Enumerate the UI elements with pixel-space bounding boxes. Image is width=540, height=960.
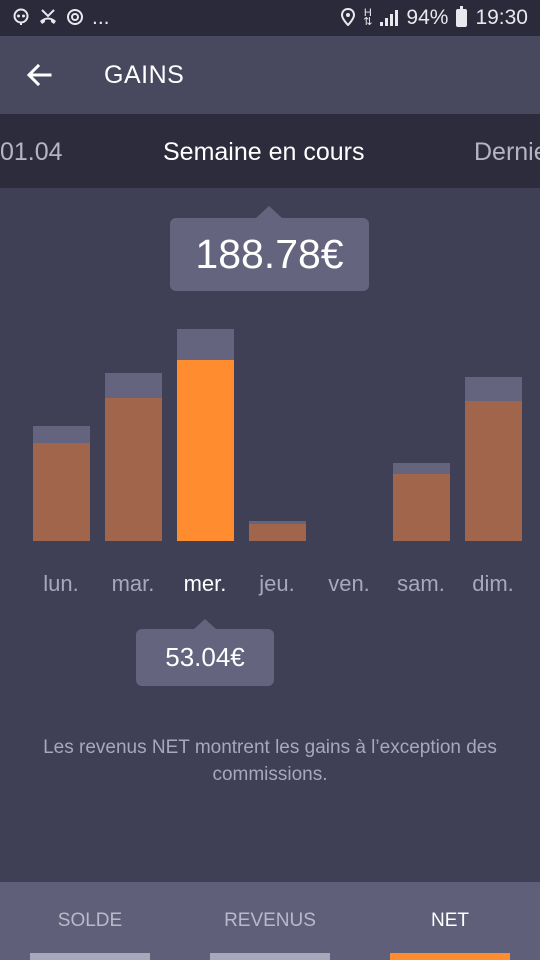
tab-revenus[interactable]: REVENUS	[180, 882, 360, 960]
selected-day-tooltip: 53.04€	[136, 619, 274, 686]
notification-icon	[12, 8, 30, 29]
app-bar: GAINS	[0, 36, 540, 114]
bar-jeu[interactable]	[249, 521, 306, 541]
missed-call-icon	[38, 8, 58, 29]
bar-net-segment	[105, 398, 162, 541]
tab-net[interactable]: NET	[360, 882, 540, 960]
status-bar: ... H ⇅ 94% 19:30	[0, 0, 540, 36]
sync-icon	[66, 8, 84, 29]
bar-net-segment	[249, 524, 306, 541]
day-label-jeu[interactable]: jeu.	[241, 571, 313, 597]
earnings-bar-chart	[0, 300, 540, 545]
day-label-dim[interactable]: dim.	[457, 571, 529, 597]
period-previous[interactable]: 01.04	[0, 138, 63, 167]
tab-revenus-indicator	[210, 953, 330, 960]
bottom-tabs: SOLDE REVENUS NET	[0, 882, 540, 960]
hplus-data-icon: H ⇅	[363, 7, 373, 28]
bar-net-segment	[33, 443, 90, 541]
signal-icon	[380, 10, 399, 26]
bar-commission-segment	[393, 463, 450, 474]
bar-commission-segment	[465, 377, 522, 401]
bar-commission-segment	[177, 329, 234, 360]
weekly-total-tooltip: 188.78€	[170, 206, 369, 291]
bar-dim[interactable]	[465, 377, 522, 541]
battery-icon	[456, 6, 468, 27]
day-label-mar[interactable]: mar.	[97, 571, 169, 597]
bar-lun[interactable]	[33, 426, 90, 541]
day-label-mer[interactable]: mer.	[169, 571, 241, 597]
bar-net-segment	[465, 401, 522, 541]
bar-net-segment	[393, 474, 450, 541]
bar-commission-segment	[105, 373, 162, 398]
bar-commission-segment	[33, 426, 90, 443]
clock: 19:30	[475, 6, 528, 29]
battery-percent: 94%	[406, 6, 449, 29]
weekly-total-value: 188.78€	[195, 231, 344, 277]
more-notifications: ...	[92, 6, 110, 29]
bar-sam[interactable]	[393, 463, 450, 541]
day-label-lun[interactable]: lun.	[25, 571, 97, 597]
tab-solde[interactable]: SOLDE	[0, 882, 180, 960]
bar-net-segment	[177, 360, 234, 541]
arrow-left-icon	[26, 64, 52, 86]
tab-solde-indicator	[30, 953, 150, 960]
period-current[interactable]: Semaine en cours	[163, 138, 365, 167]
period-next[interactable]: Dernie	[474, 138, 540, 167]
day-label-ven[interactable]: ven.	[313, 571, 385, 597]
selected-day-value: 53.04€	[165, 642, 245, 672]
tab-net-indicator	[390, 953, 510, 960]
bar-mar[interactable]	[105, 373, 162, 541]
day-label-sam[interactable]: sam.	[385, 571, 457, 597]
location-icon	[341, 7, 356, 29]
page-title: GAINS	[104, 60, 185, 89]
back-button[interactable]	[0, 36, 78, 114]
bar-mer[interactable]	[177, 329, 234, 541]
net-info-text: Les revenus NET montrent les gains à l’e…	[43, 737, 497, 785]
period-selector: 01.04 Semaine en cours Dernie	[0, 114, 540, 188]
